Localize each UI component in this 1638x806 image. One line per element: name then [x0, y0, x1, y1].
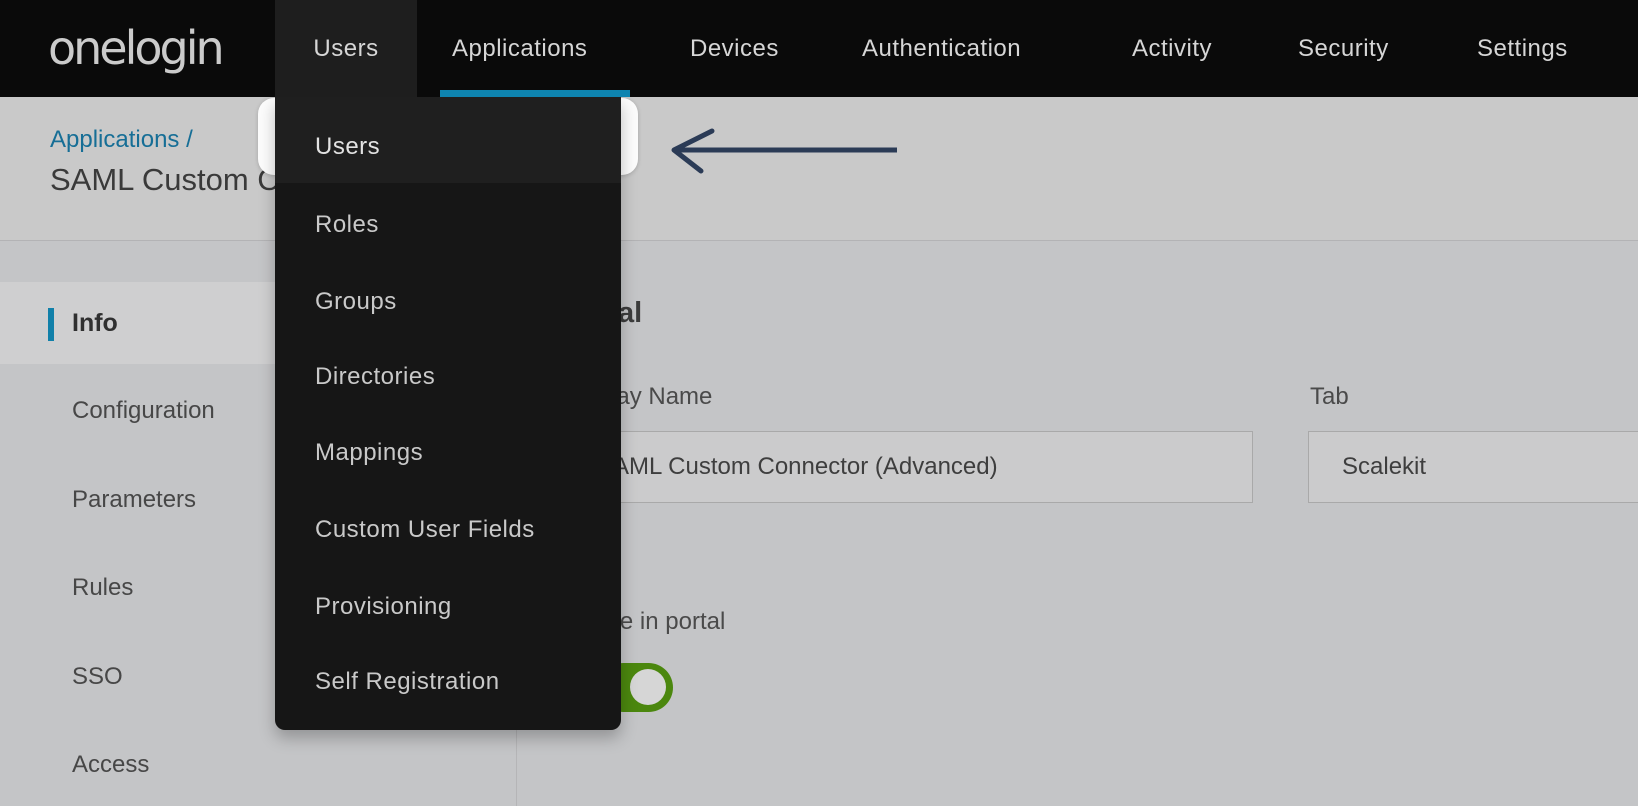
menu-item-groups[interactable]: Groups: [275, 272, 621, 332]
active-tab-underline: [440, 90, 630, 97]
users-dropdown-menu: Users Roles Groups Directories Mappings …: [275, 97, 621, 730]
menu-item-custom-user-fields[interactable]: Custom User Fields: [275, 500, 621, 560]
menu-item-provisioning[interactable]: Provisioning: [275, 577, 621, 637]
nav-item-applications-label: Applications: [452, 34, 588, 62]
breadcrumb[interactable]: Applications /: [50, 126, 193, 154]
display-name-input[interactable]: [563, 431, 1253, 503]
tab-label: Tab: [1310, 383, 1349, 410]
onelogin-admin-screen: onelogin Users Applications Devices Auth…: [0, 0, 1638, 806]
menu-item-directories[interactable]: Directories: [275, 347, 621, 407]
page-header: Applications / SAML Custom Connector (Ad…: [0, 97, 1638, 241]
sidebar-active-indicator: [48, 308, 54, 341]
menu-item-self-registration[interactable]: Self Registration: [275, 652, 621, 712]
nav-item-settings[interactable]: Settings: [1477, 0, 1568, 97]
menu-item-mappings[interactable]: Mappings: [275, 423, 621, 483]
toggle-knob: [630, 669, 666, 705]
nav-item-authentication[interactable]: Authentication: [862, 0, 1021, 97]
nav-item-activity[interactable]: Activity: [1132, 0, 1212, 97]
content-area: Info Configuration Parameters Rules SSO …: [0, 241, 1638, 806]
sidebar-item-configuration[interactable]: Configuration: [72, 391, 215, 431]
tab-input[interactable]: [1308, 431, 1638, 503]
menu-item-roles[interactable]: Roles: [275, 195, 621, 255]
sidebar-item-parameters[interactable]: Parameters: [72, 480, 196, 520]
top-nav: onelogin Users Applications Devices Auth…: [0, 0, 1638, 97]
nav-item-users[interactable]: Users: [275, 0, 417, 97]
sidebar-item-sso[interactable]: SSO: [72, 657, 123, 697]
nav-item-security[interactable]: Security: [1298, 0, 1389, 97]
nav-item-security-label: Security: [1298, 34, 1389, 62]
nav-item-devices-label: Devices: [690, 34, 779, 62]
onelogin-logo[interactable]: onelogin: [48, 0, 225, 97]
nav-item-users-label: Users: [313, 34, 379, 62]
nav-item-devices[interactable]: Devices: [690, 0, 779, 97]
nav-item-activity-label: Activity: [1132, 34, 1213, 62]
sidebar-item-info[interactable]: Info: [72, 303, 118, 343]
nav-item-authentication-label: Authentication: [862, 34, 1022, 62]
nav-item-applications[interactable]: Applications: [452, 0, 587, 97]
sidebar-item-rules[interactable]: Rules: [72, 568, 133, 608]
menu-item-users[interactable]: Users: [275, 117, 621, 177]
nav-item-settings-label: Settings: [1477, 34, 1568, 62]
sidebar-item-access[interactable]: Access: [72, 745, 149, 785]
